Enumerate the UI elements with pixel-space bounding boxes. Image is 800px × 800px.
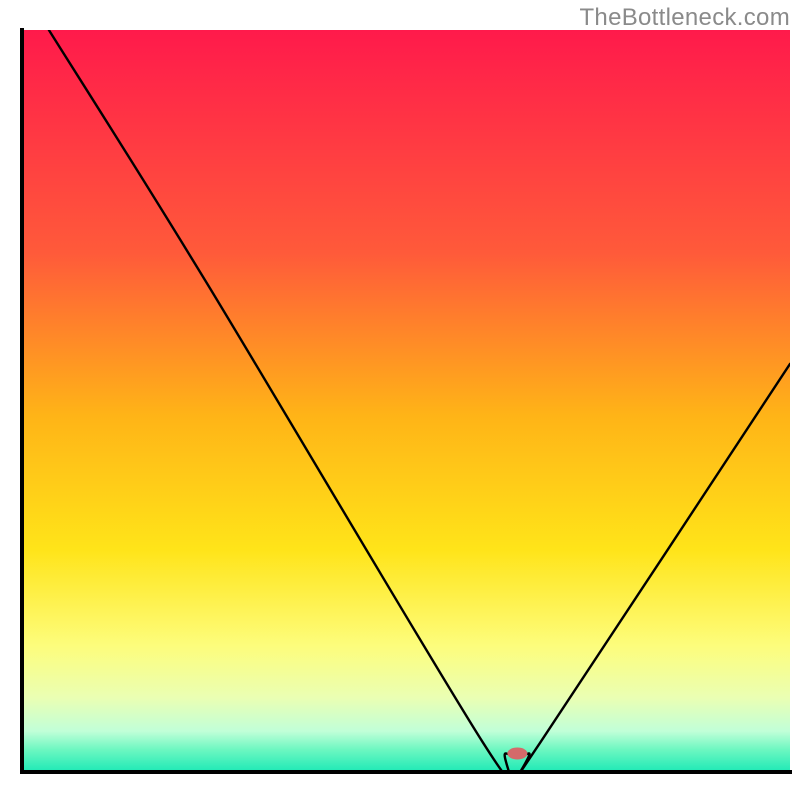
bottleneck-chart bbox=[0, 0, 800, 800]
minimum-marker bbox=[507, 747, 527, 759]
gradient-background bbox=[22, 30, 790, 772]
chart-container: TheBottleneck.com bbox=[0, 0, 800, 800]
watermark-text: TheBottleneck.com bbox=[579, 4, 790, 32]
